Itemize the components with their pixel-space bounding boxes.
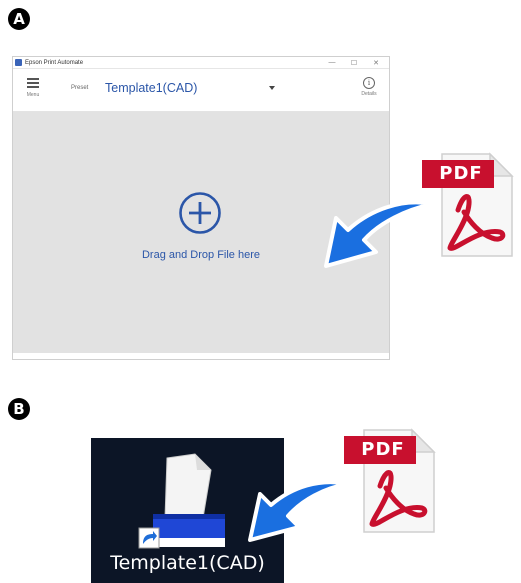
pdf-label: PDF <box>361 438 405 460</box>
info-icon: i <box>363 77 375 89</box>
maximize-button[interactable]: ☐ <box>343 57 365 68</box>
close-button[interactable]: ✕ <box>365 57 387 68</box>
pdf-label: PDF <box>439 162 483 184</box>
window-controls: — ☐ ✕ <box>321 57 387 68</box>
window-titlebar: Epson Print Automate — ☐ ✕ <box>13 57 389 69</box>
details-label: Details <box>361 91 377 97</box>
chevron-down-icon <box>269 86 275 90</box>
minimize-button[interactable]: — <box>321 57 343 68</box>
toolbar: Menu Preset Template1(CAD) i Details <box>13 69 389 112</box>
menu-button[interactable]: Menu <box>19 75 47 105</box>
preset-dropdown[interactable]: Template1(CAD) <box>105 79 275 97</box>
details-button[interactable]: i Details <box>355 75 383 105</box>
marker-a: A <box>8 8 30 30</box>
menu-label: Menu <box>26 92 40 98</box>
marker-b: B <box>8 398 30 420</box>
shortcut-printer-icon[interactable] <box>131 452 241 552</box>
window-title: Epson Print Automate <box>25 59 84 66</box>
drag-arrow-icon <box>248 480 350 542</box>
shortcut-label[interactable]: Template1(CAD) <box>91 552 284 574</box>
app-icon <box>15 59 22 66</box>
hamburger-icon <box>27 78 39 90</box>
add-file-icon <box>179 192 221 234</box>
preset-value: Template1(CAD) <box>105 81 198 95</box>
preset-label: Preset <box>71 85 89 91</box>
